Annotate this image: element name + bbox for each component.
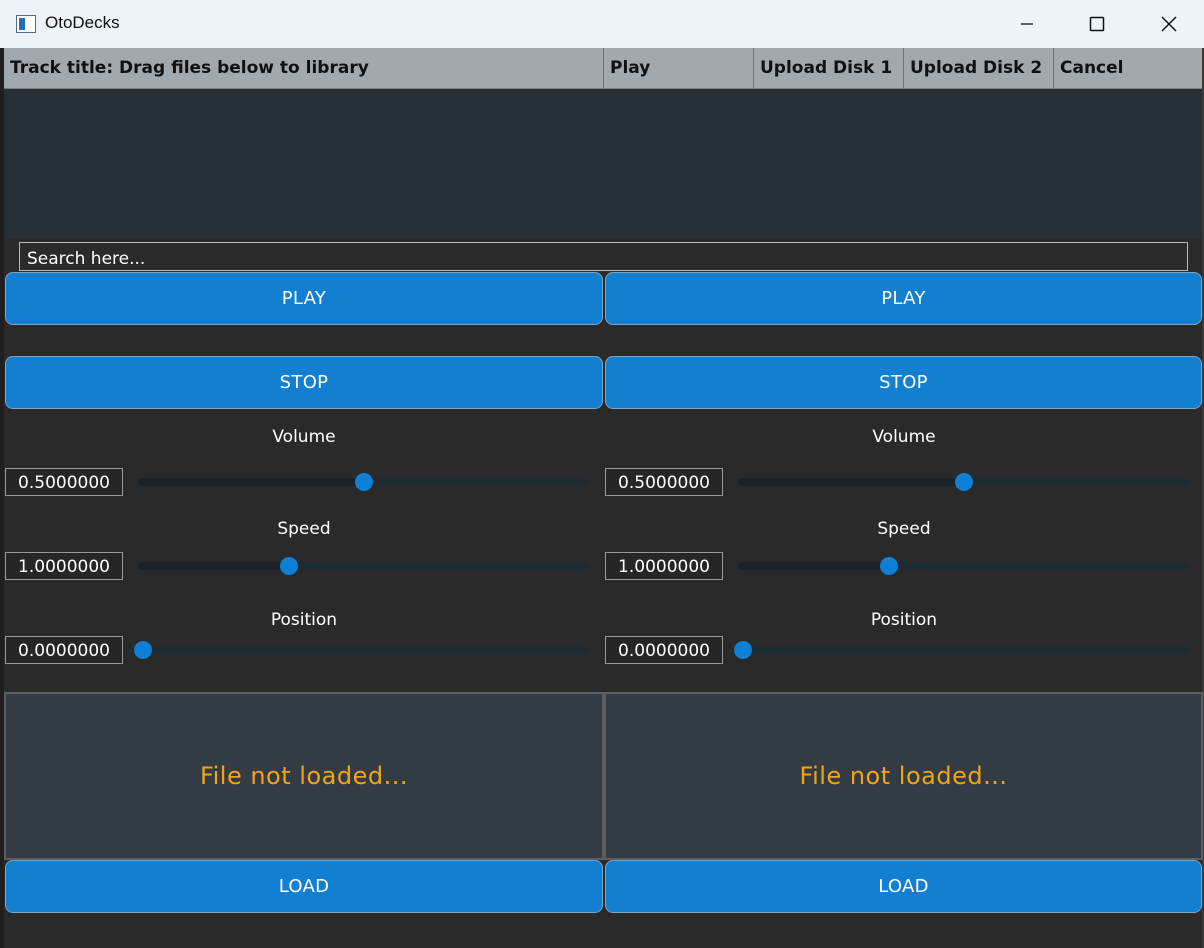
deck1-speed-value[interactable]: 1.0000000 <box>5 552 123 580</box>
deck2-position-slider[interactable] <box>733 641 1190 659</box>
deck2-speed-thumb[interactable] <box>880 557 899 575</box>
deck2-load-button[interactable]: LOAD <box>605 860 1202 913</box>
deck1-speed-label: Speed <box>277 519 331 539</box>
column-header-upload-disk-2[interactable]: Upload Disk 2 <box>904 48 1054 88</box>
deck2-position-label: Position <box>870 610 938 630</box>
library-table-header: Track title: Drag files below to library… <box>4 48 1202 89</box>
library-drop-area[interactable] <box>4 89 1202 239</box>
deck1-stop-button[interactable]: STOP <box>5 356 603 409</box>
deck1-load-button[interactable]: LOAD <box>5 860 603 913</box>
deck2-play-button[interactable]: PLAY <box>605 272 1202 325</box>
deck1-volume-slider[interactable] <box>138 473 590 491</box>
deck2-volume-thumb[interactable] <box>955 473 973 491</box>
search-input[interactable]: Search here... <box>19 242 1188 271</box>
deck1-position-label: Position <box>270 610 338 630</box>
minimize-icon[interactable] <box>992 0 1062 48</box>
close-icon[interactable] <box>1134 0 1204 48</box>
deck1-speed-slider[interactable] <box>138 557 590 575</box>
deck1-position-slider[interactable] <box>133 641 590 659</box>
deck2-position-thumb[interactable] <box>733 641 752 659</box>
column-header-track-title[interactable]: Track title: Drag files below to library <box>4 48 604 88</box>
deck1-volume-label: Volume <box>272 427 336 447</box>
deck1-waveform-status: File not loaded... <box>200 762 408 790</box>
deck2-volume-slider[interactable] <box>738 473 1190 491</box>
app-window-icon <box>16 15 36 33</box>
maximize-icon[interactable] <box>1062 0 1132 48</box>
title-bar: OtoDecks <box>0 0 1204 48</box>
window-title: OtoDecks <box>45 13 120 32</box>
deck1-position-value[interactable]: 0.0000000 <box>5 636 123 664</box>
deck1-volume-thumb[interactable] <box>355 473 373 491</box>
deck2-volume-value[interactable]: 0.5000000 <box>605 468 723 496</box>
deck2-waveform-status: File not loaded... <box>799 762 1008 790</box>
deck1-speed-thumb[interactable] <box>280 557 299 575</box>
deck2-speed-value[interactable]: 1.0000000 <box>605 552 723 580</box>
column-header-cancel[interactable]: Cancel <box>1054 48 1202 88</box>
column-header-upload-disk-1[interactable]: Upload Disk 1 <box>754 48 904 88</box>
deck2-waveform: File not loaded... <box>604 692 1203 860</box>
deck1-position-thumb[interactable] <box>133 641 152 659</box>
deck2-volume-label: Volume <box>872 427 936 447</box>
column-header-play[interactable]: Play <box>604 48 754 88</box>
deck2-stop-button[interactable]: STOP <box>605 356 1202 409</box>
deck1-volume-value[interactable]: 0.5000000 <box>5 468 123 496</box>
deck1-play-button[interactable]: PLAY <box>5 272 603 325</box>
deck2-position-value[interactable]: 0.0000000 <box>605 636 723 664</box>
deck2-speed-label: Speed <box>877 519 931 539</box>
deck1-waveform: File not loaded... <box>4 692 604 860</box>
deck2-speed-slider[interactable] <box>738 557 1190 575</box>
